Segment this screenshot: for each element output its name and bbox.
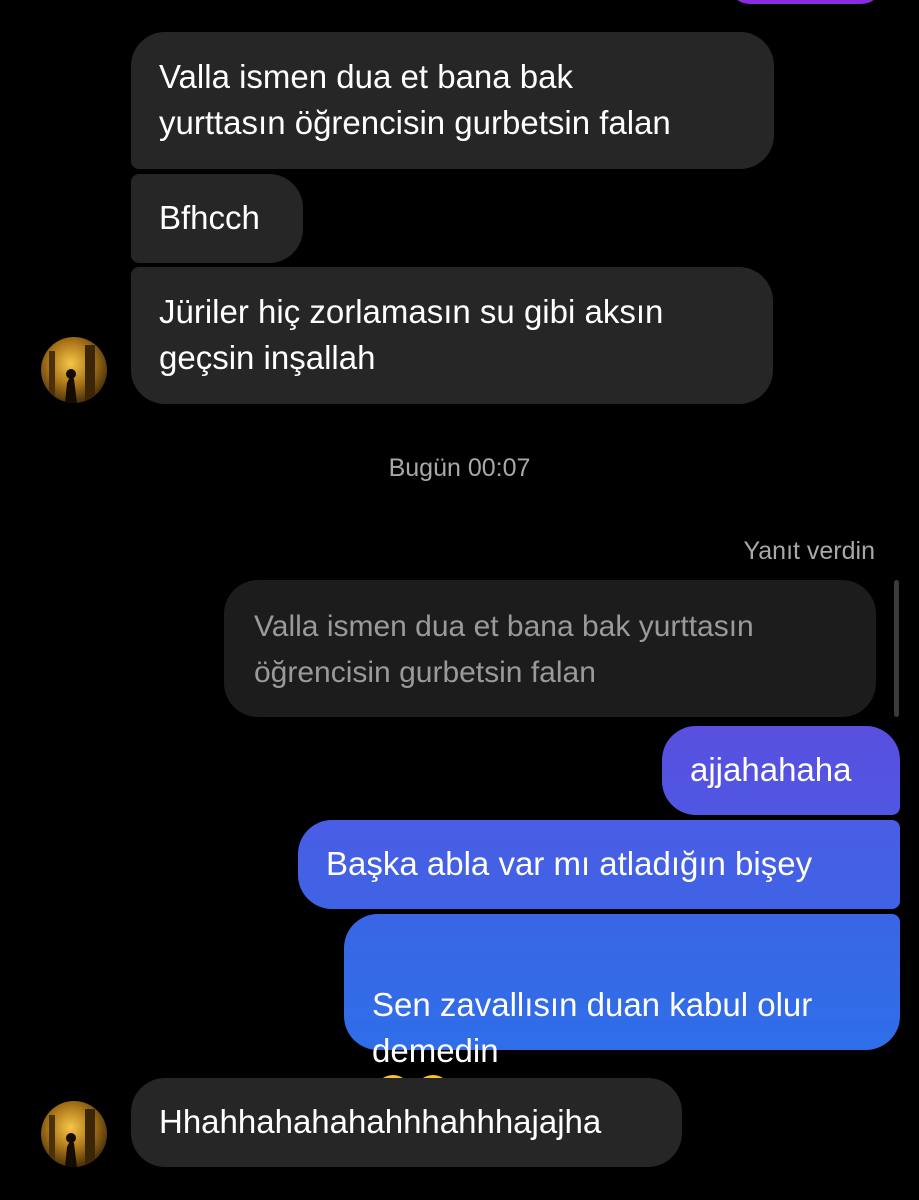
sent-message-text: Sen zavallısın duan kabul olur demedin (372, 986, 813, 1069)
sent-message[interactable]: ajjahahaha (662, 726, 900, 815)
quote-indicator-bar (894, 580, 899, 717)
avatar[interactable] (41, 337, 107, 403)
received-message[interactable]: Jüriler hiç zorlamasın su gibi aksın geç… (131, 267, 773, 404)
date-timestamp: Bugün 00:07 (388, 454, 531, 482)
received-message[interactable]: Bfhcch (131, 174, 303, 263)
received-message[interactable]: Hhahhahahahahhhahhhajajha (131, 1078, 682, 1167)
reply-label: Yanıt verdin (743, 537, 875, 565)
sent-message[interactable]: Sen zavallısın duan kabul olur demedin (344, 914, 900, 1113)
profile-photo-icon (41, 337, 107, 403)
received-message[interactable]: Valla ismen dua et bana bak yurttasın öğ… (131, 32, 774, 169)
previous-sent-bubble-edge (728, 0, 883, 4)
profile-photo-icon (41, 1101, 107, 1167)
quoted-message[interactable]: Valla ismen dua et bana bak yurttasın öğ… (224, 580, 876, 717)
sent-message[interactable]: Başka abla var mı atladığın bişey (298, 820, 900, 909)
avatar[interactable] (41, 1101, 107, 1167)
